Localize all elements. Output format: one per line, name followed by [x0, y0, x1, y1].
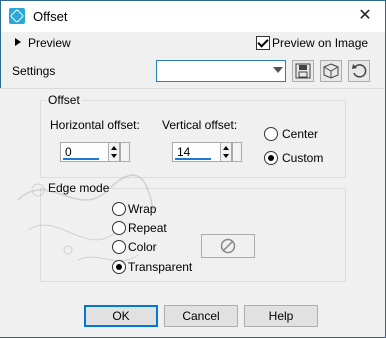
- save-preset-button[interactable]: [292, 60, 314, 82]
- randomize-button[interactable]: [320, 60, 342, 82]
- reset-icon: [352, 64, 367, 78]
- horizontal-offset-input[interactable]: 0: [60, 142, 120, 162]
- edge-color-swatch[interactable]: [201, 234, 255, 258]
- transparent-label[interactable]: Transparent: [128, 260, 192, 274]
- settings-label: Settings: [12, 64, 56, 78]
- vertical-slider-button[interactable]: [232, 142, 242, 162]
- transparent-radio[interactable]: [112, 260, 126, 274]
- disabled-icon: [220, 238, 236, 254]
- vertical-offset-input[interactable]: 14: [172, 142, 232, 162]
- horizontal-offset-label: Horizontal offset:: [50, 118, 140, 132]
- repeat-radio[interactable]: [112, 221, 126, 235]
- center-radio[interactable]: [264, 127, 278, 141]
- wrap-label[interactable]: Wrap: [128, 202, 156, 216]
- preview-label[interactable]: Preview: [28, 36, 71, 50]
- center-label[interactable]: Center: [282, 127, 318, 141]
- horizontal-offset-value: 0: [65, 145, 72, 159]
- preview-on-image-checkbox[interactable]: [256, 36, 270, 50]
- color-label[interactable]: Color: [128, 240, 157, 254]
- settings-dropdown[interactable]: [156, 60, 286, 82]
- repeat-label[interactable]: Repeat: [128, 221, 167, 235]
- cancel-button[interactable]: Cancel: [164, 305, 238, 327]
- horizontal-slider-button[interactable]: [120, 142, 130, 162]
- dialog-title: Offset: [33, 9, 68, 24]
- chevron-down-icon: [273, 67, 283, 73]
- wrap-radio[interactable]: [112, 202, 126, 216]
- save-icon: [295, 63, 311, 79]
- input-focus-underline: [175, 158, 211, 160]
- close-icon[interactable]: ✕: [353, 5, 377, 27]
- vertical-stepper[interactable]: [220, 143, 231, 161]
- preview-on-image-label[interactable]: Preview on Image: [272, 36, 368, 50]
- app-icon: [9, 8, 25, 24]
- vertical-offset-label: Vertical offset:: [162, 118, 238, 132]
- custom-radio[interactable]: [264, 151, 278, 165]
- offset-group-label: Offset: [46, 93, 82, 107]
- reset-button[interactable]: [348, 60, 370, 82]
- dice-icon: [323, 63, 339, 79]
- color-radio[interactable]: [112, 240, 126, 254]
- vertical-offset-value: 14: [177, 145, 191, 159]
- title-bar: Offset ✕: [1, 1, 385, 32]
- expand-preview-icon[interactable]: [15, 38, 21, 46]
- custom-label[interactable]: Custom: [282, 151, 323, 165]
- help-button[interactable]: Help: [244, 305, 318, 327]
- horizontal-stepper[interactable]: [108, 143, 119, 161]
- ok-button[interactable]: OK: [84, 305, 158, 327]
